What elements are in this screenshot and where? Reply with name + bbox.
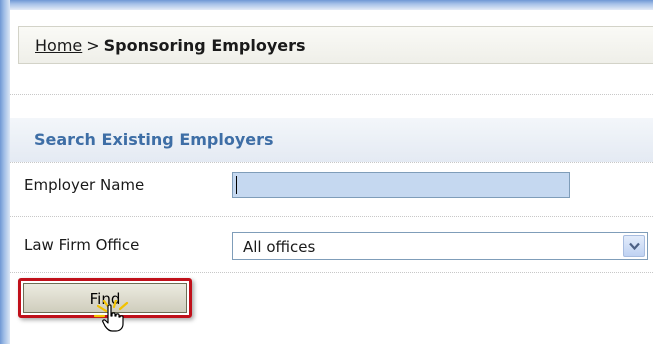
window-frame-top (0, 0, 653, 10)
employer-name-input[interactable] (232, 172, 570, 198)
divider (10, 162, 653, 163)
divider (10, 216, 653, 217)
window-frame-left (0, 0, 10, 344)
law-firm-office-select[interactable]: All offices (232, 232, 648, 260)
breadcrumb-separator: > (86, 36, 100, 55)
employer-name-label: Employer Name (24, 176, 145, 194)
hand-pointer-icon (102, 304, 124, 332)
law-firm-office-label: Law Firm Office (24, 236, 140, 254)
section-title: Search Existing Employers (34, 130, 274, 149)
law-firm-office-selected: All offices (243, 238, 316, 256)
text-caret (236, 176, 237, 194)
page-content: Home > Sponsoring Employers Search Existin… (10, 10, 653, 344)
breadcrumb: Home > Sponsoring Employers (35, 36, 306, 55)
section-header: Search Existing Employers (10, 118, 653, 162)
divider (10, 94, 653, 95)
chevron-down-icon[interactable] (623, 235, 645, 257)
breadcrumb-home-link[interactable]: Home (35, 36, 82, 55)
divider (10, 272, 653, 273)
breadcrumb-bar: Home > Sponsoring Employers (18, 26, 653, 64)
breadcrumb-current: Sponsoring Employers (103, 36, 306, 55)
